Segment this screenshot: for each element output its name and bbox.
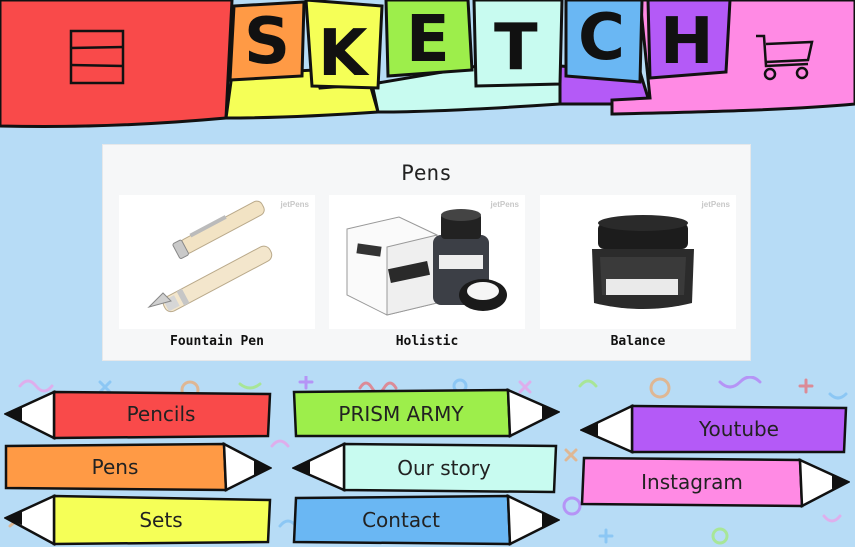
nav-our-story-button[interactable]: Our story bbox=[292, 442, 560, 494]
product-card-fountain-pen[interactable]: jetPens bbox=[119, 195, 315, 329]
product-label[interactable]: Fountain Pen bbox=[119, 334, 315, 349]
nav-sets-button[interactable]: Sets bbox=[4, 494, 272, 546]
nav-contact-label: Contact bbox=[362, 508, 440, 532]
product-label[interactable]: Holistic bbox=[329, 334, 525, 349]
logo-letter-h: H bbox=[660, 5, 714, 79]
nav-pens-button[interactable]: Pens bbox=[4, 442, 272, 492]
ink-box-image bbox=[346, 209, 507, 316]
nav-pens-label: Pens bbox=[91, 455, 139, 479]
product-panel: Pens jetPens Fountain Pen jetPens Holist… bbox=[102, 144, 751, 361]
logo-letter-c: C bbox=[578, 1, 625, 75]
product-label[interactable]: Balance bbox=[540, 334, 736, 349]
logo-letter-s: S bbox=[244, 5, 291, 79]
fountain-pen-image bbox=[147, 200, 273, 313]
hamburger-menu-icon[interactable] bbox=[68, 28, 126, 86]
logo-letter-e: E bbox=[406, 3, 450, 77]
nav-youtube-label: Youtube bbox=[699, 417, 779, 441]
nav-contact-button[interactable]: Contact bbox=[292, 494, 560, 546]
nav-pencils-label: Pencils bbox=[126, 402, 196, 426]
nav-prism-army-button[interactable]: PRISM ARMY bbox=[292, 388, 560, 440]
product-card-balance[interactable]: jetPens bbox=[540, 195, 736, 329]
nav-sets-label: Sets bbox=[139, 508, 183, 532]
nav-our-story-label: Our story bbox=[397, 456, 491, 480]
ink-bottle-image bbox=[592, 215, 694, 309]
nav-instagram-label: Instagram bbox=[641, 470, 743, 494]
panel-title: Pens bbox=[401, 161, 452, 185]
nav-prism-army-label: PRISM ARMY bbox=[338, 402, 464, 426]
shopping-cart-icon[interactable] bbox=[754, 30, 818, 82]
nav-pencils-button[interactable]: Pencils bbox=[4, 388, 272, 440]
nav-instagram-button[interactable]: Instagram bbox=[580, 456, 850, 508]
logo-letter-t: T bbox=[494, 11, 538, 85]
nav-youtube-button[interactable]: Youtube bbox=[580, 404, 850, 454]
product-card-holistic[interactable]: jetPens bbox=[329, 195, 525, 329]
logo-letter-k: K bbox=[318, 17, 368, 91]
site-header: S K E T C H bbox=[0, 0, 855, 135]
